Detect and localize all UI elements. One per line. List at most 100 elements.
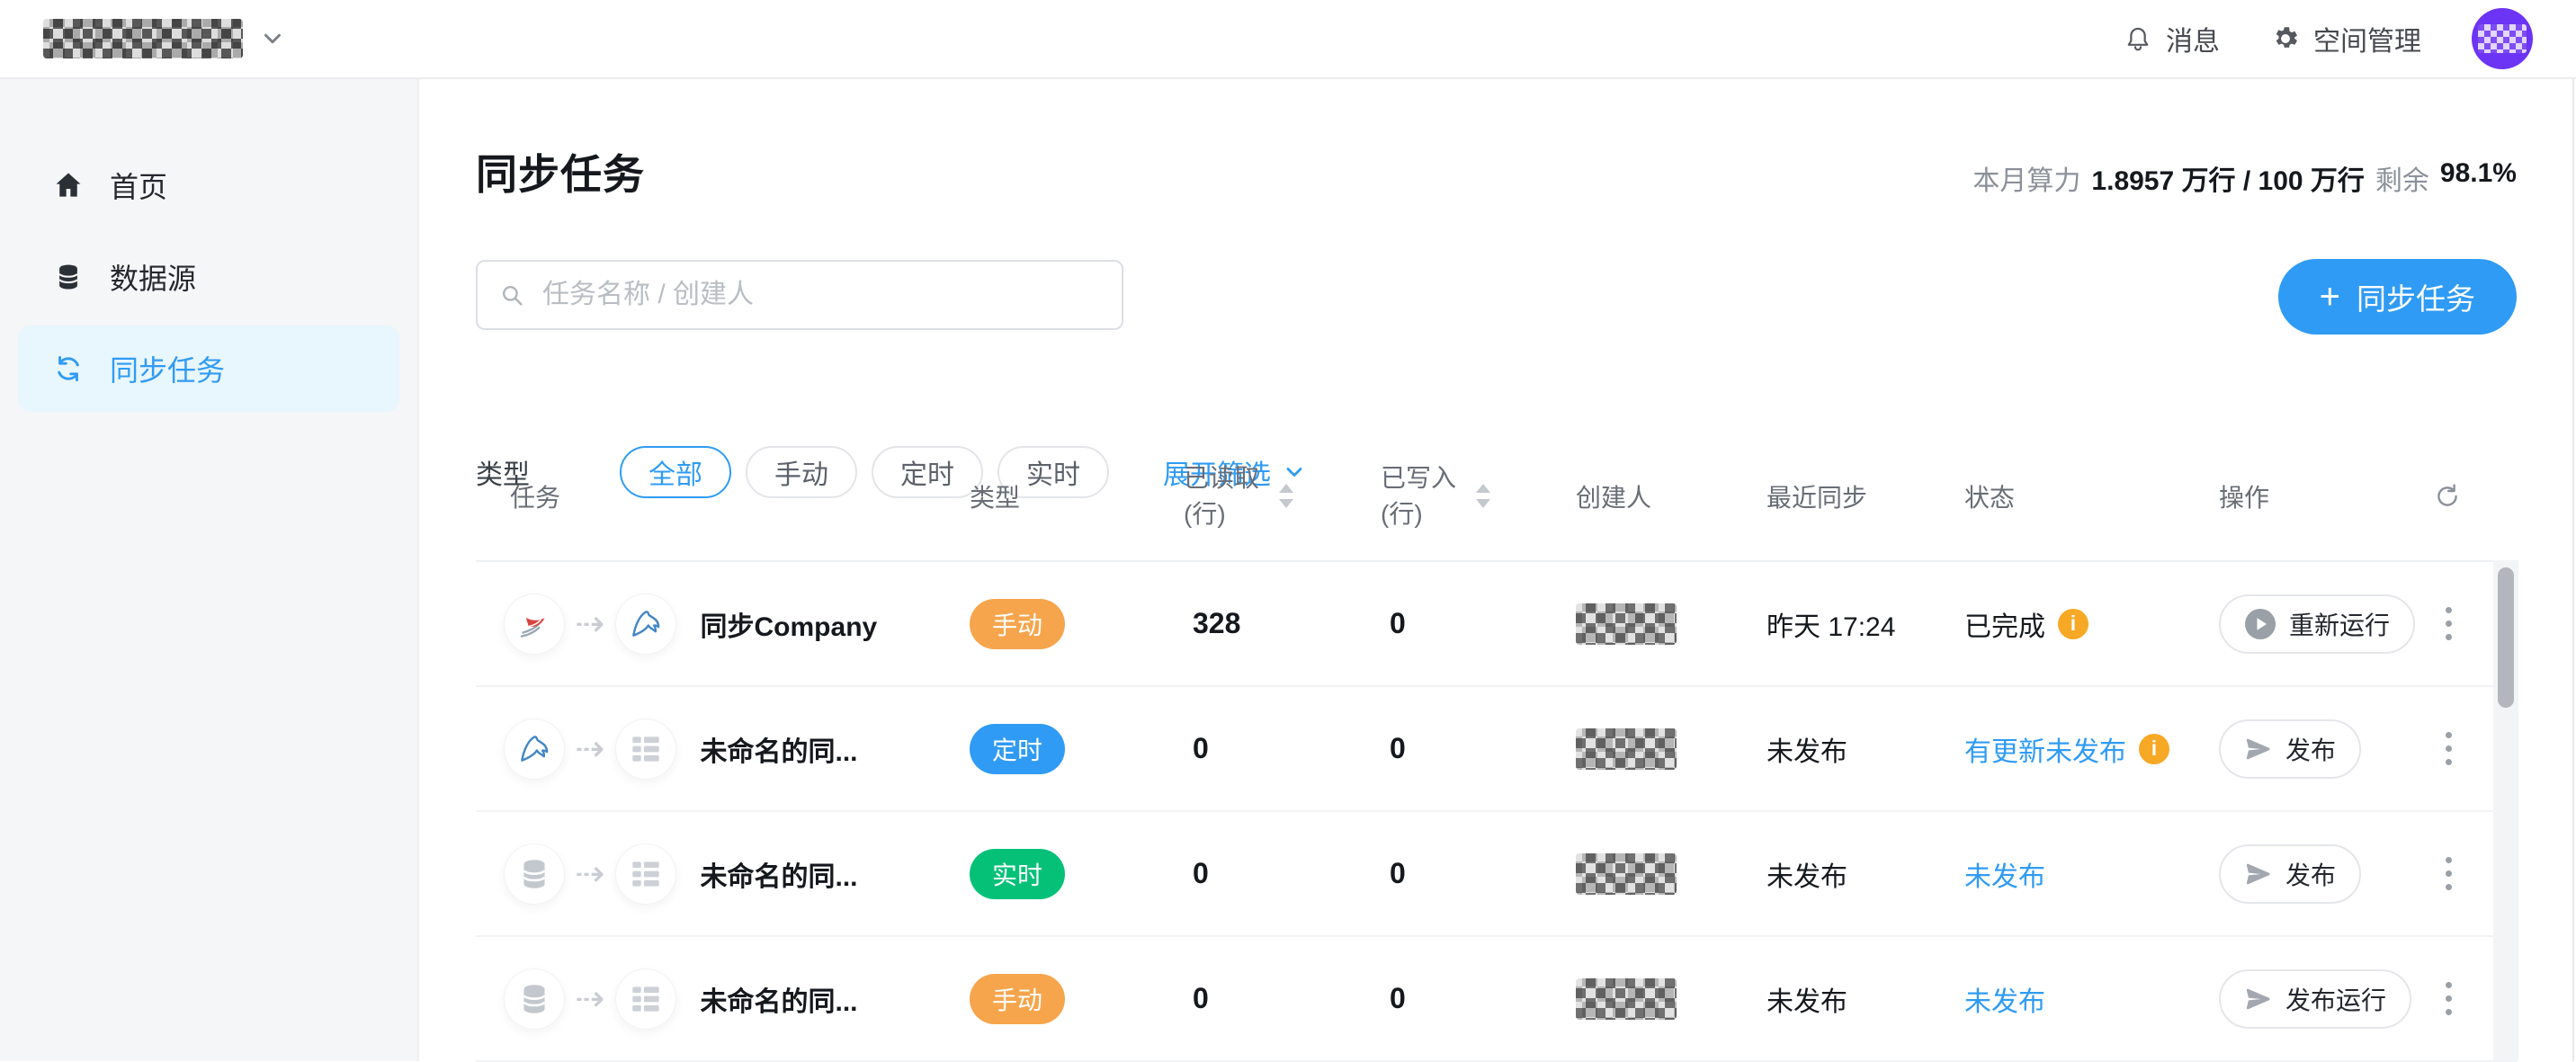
status-text: 有更新未发布 [1964, 729, 2126, 769]
creator-cell [1576, 728, 1767, 770]
search-box [476, 260, 1123, 330]
sidebar-item-label: 首页 [110, 165, 167, 206]
action-button-rerun[interactable]: 重新运行 [2219, 594, 2415, 654]
written-rows-value: 0 [1381, 732, 1576, 765]
sidebar-item-datasource[interactable]: 数据源 [18, 234, 399, 320]
target-connector [616, 969, 675, 1029]
sort-icon[interactable] [1476, 484, 1490, 508]
quota-remain-value: 98.1% [2440, 158, 2517, 198]
status-cell: 有更新未发布 i [1964, 729, 2219, 769]
send-icon [2244, 735, 2273, 763]
more-actions-icon[interactable] [2437, 598, 2461, 649]
workspace-switcher[interactable] [43, 19, 286, 58]
task-name: 未命名的同... [701, 979, 858, 1019]
last-sync-value: 未发布 [1767, 854, 1964, 894]
action-button-publish[interactable]: 发布 [2219, 844, 2361, 904]
task-cell[interactable]: ⇢ 未命名的同... [476, 969, 970, 1029]
written-rows-value: 0 [1381, 982, 1576, 1015]
list-icon [627, 855, 665, 893]
database-dark-icon [52, 261, 85, 293]
source-connector [505, 594, 564, 654]
new-sync-task-button[interactable]: + 同步任务 [2278, 259, 2517, 335]
mysql-icon [627, 605, 665, 643]
status-text: 未发布 [1964, 854, 2045, 894]
action-button-publish[interactable]: 发布 [2219, 719, 2361, 779]
source-connector [505, 844, 564, 904]
table-row: ⇢未命名的同...手动00未发布未发布发布运行 [476, 937, 2517, 1062]
action-button-label: 重新运行 [2289, 606, 2390, 642]
actions-cell: 重新运行 [2219, 562, 2517, 685]
scrollbar-thumb[interactable] [2498, 567, 2514, 708]
column-status: 状态 [1964, 432, 2219, 560]
type-badge: 定时 [970, 724, 1065, 774]
sync-task-table: 任务 类型 已读取(行) 已写入(行) 创建人 最近同步 状态 操作 ⇢ 同步Co… [476, 432, 2517, 1061]
workspace-name-redacted [43, 19, 243, 58]
sidebar-item-label: 数据源 [110, 256, 196, 298]
send-icon [2244, 860, 2273, 888]
bell-icon [2123, 23, 2153, 54]
creator-cell [1576, 853, 1767, 895]
column-actions: 操作 [2219, 432, 2517, 560]
type-badge: 手动 [970, 599, 1065, 649]
space-management-label: 空间管理 [2313, 19, 2421, 58]
more-actions-icon[interactable] [2437, 848, 2461, 899]
info-icon[interactable]: i [2139, 734, 2169, 764]
creator-name-redacted [1576, 728, 1677, 770]
database-icon [515, 980, 553, 1018]
space-management-button[interactable]: 空间管理 [2270, 19, 2421, 58]
sidebar-item-home[interactable]: 首页 [18, 142, 399, 228]
action-button-label: 发布运行 [2285, 981, 2386, 1017]
sort-icon[interactable] [1279, 484, 1293, 508]
task-name: 未命名的同... [701, 729, 858, 769]
last-sync-value: 未发布 [1767, 979, 1964, 1019]
scrollbar-track[interactable] [2493, 560, 2518, 1061]
source-connector [505, 719, 564, 779]
dashed-arrow-icon: ⇢ [575, 606, 605, 642]
target-connector [616, 844, 675, 904]
task-cell[interactable]: ⇢ 未命名的同... [476, 719, 970, 779]
sidebar-item-label: 同步任务 [110, 348, 225, 389]
task-cell[interactable]: ⇢未命名的同... [476, 844, 970, 904]
table-header: 任务 类型 已读取(行) 已写入(行) 创建人 最近同步 状态 操作 [476, 432, 2517, 562]
sqlserver-icon [515, 605, 553, 643]
task-cell[interactable]: ⇢ 同步Company [476, 594, 970, 654]
task-name: 同步Company [701, 604, 878, 644]
column-task: 任务 [476, 432, 970, 560]
topbar: 消息 空间管理 [0, 0, 2576, 79]
more-actions-icon[interactable] [2437, 723, 2461, 774]
dashed-arrow-icon: ⇢ [575, 856, 605, 892]
home-icon [52, 169, 85, 201]
refresh-icon[interactable] [2433, 482, 2462, 511]
table-row: ⇢未命名的同...实时00未发布未发布发布 [476, 812, 2517, 937]
read-rows-value: 0 [1184, 982, 1381, 1015]
actions-cell: 发布 [2219, 687, 2517, 810]
written-rows-value: 0 [1381, 857, 1576, 890]
column-written-rows: 已写入(行) [1381, 432, 1576, 560]
new-sync-task-label: 同步任务 [2357, 275, 2475, 318]
search-input[interactable] [541, 279, 1102, 311]
action-button-publish[interactable]: 发布运行 [2219, 969, 2411, 1029]
gear-icon [2270, 23, 2301, 54]
status-cell: 未发布 [1964, 854, 2219, 894]
list-icon [627, 730, 665, 768]
sidebar-item-sync-tasks[interactable]: 同步任务 [18, 326, 399, 412]
avatar-redacted [2478, 24, 2527, 53]
target-connector [616, 719, 675, 779]
send-icon [2244, 985, 2273, 1013]
written-rows-value: 0 [1381, 607, 1576, 640]
column-creator: 创建人 [1576, 432, 1767, 560]
last-sync-value: 未发布 [1767, 729, 1964, 769]
status-text: 已完成 [1964, 604, 2045, 644]
avatar[interactable] [2472, 8, 2533, 69]
creator-cell [1576, 603, 1767, 645]
last-sync-value: 昨天 17:24 [1767, 604, 1964, 644]
read-rows-value: 328 [1184, 607, 1381, 640]
dashed-arrow-icon: ⇢ [575, 981, 605, 1017]
messages-button[interactable]: 消息 [2123, 19, 2220, 58]
more-actions-icon[interactable] [2437, 973, 2461, 1024]
actions-cell: 发布运行 [2219, 937, 2517, 1060]
info-icon[interactable]: i [2058, 609, 2089, 639]
table-row: ⇢未命名的同...定时00未发布有更新未发布i发布 [476, 687, 2517, 812]
page-title: 同步任务 [476, 142, 645, 201]
dashed-arrow-icon: ⇢ [575, 731, 605, 767]
